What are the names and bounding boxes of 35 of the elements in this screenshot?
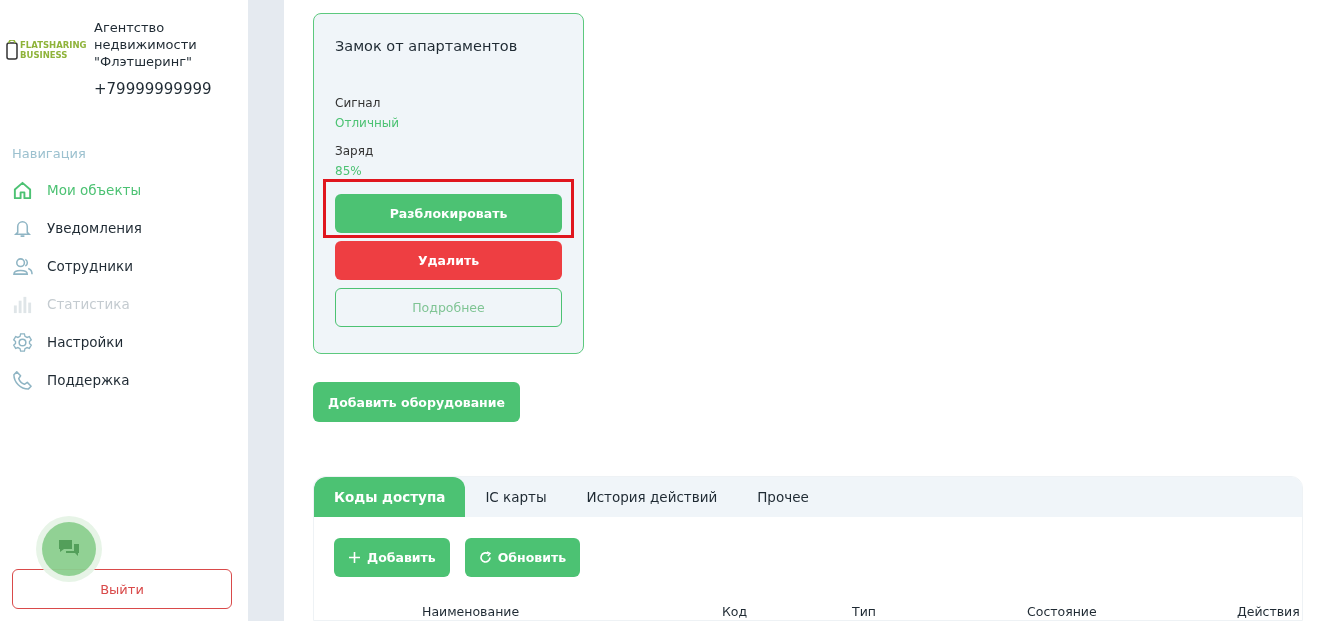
logout-button[interactable]: Выйти: [12, 569, 232, 609]
field-value: 85%: [335, 164, 363, 178]
column-header: Состояние: [1027, 604, 1098, 619]
column-header: Наименование: [422, 604, 521, 619]
delete-button[interactable]: Удалить: [335, 241, 562, 280]
column-header: Код: [722, 604, 749, 619]
section-title: Навигация: [12, 146, 87, 161]
tab[interactable]: История действий: [566, 477, 738, 517]
unlock-button[interactable]: Разблокировать: [335, 194, 562, 233]
settings-icon: [12, 331, 33, 353]
column-header: Тип: [852, 604, 877, 619]
nav-item[interactable]: Мои объекты: [12, 171, 232, 209]
nav-item[interactable]: Сотрудники: [12, 247, 232, 285]
nav-item[interactable]: Поддержка: [12, 361, 232, 399]
column-header: Действия: [1237, 604, 1301, 619]
phone-number: +79999999999: [94, 80, 213, 98]
plus-icon: [348, 551, 361, 564]
add-button[interactable]: Добавить: [334, 538, 450, 577]
phone-icon: [12, 369, 33, 391]
users-icon: [12, 255, 33, 277]
field-label: Сигнал: [335, 96, 382, 110]
device-title: Замок от апартаментов: [335, 38, 519, 54]
field-value: Отличный: [335, 116, 401, 130]
home-icon: [12, 179, 33, 201]
field-label: Заряд: [335, 144, 375, 158]
add-equipment-button[interactable]: Добавить оборудование: [313, 382, 520, 422]
logo: FLATSHARING BUSINESS: [6, 38, 88, 62]
tab[interactable]: Коды доступа: [314, 477, 466, 517]
tab[interactable]: IC карты: [465, 477, 567, 517]
company-name: Агентство недвижимости "Флэтшеринг": [94, 19, 198, 70]
tab[interactable]: Прочее: [737, 477, 829, 517]
refresh-button[interactable]: Обновить: [464, 538, 581, 577]
nav-item[interactable]: Настройки: [12, 323, 232, 361]
nav-item[interactable]: Уведомления: [12, 209, 232, 247]
refresh-icon: [478, 551, 492, 564]
